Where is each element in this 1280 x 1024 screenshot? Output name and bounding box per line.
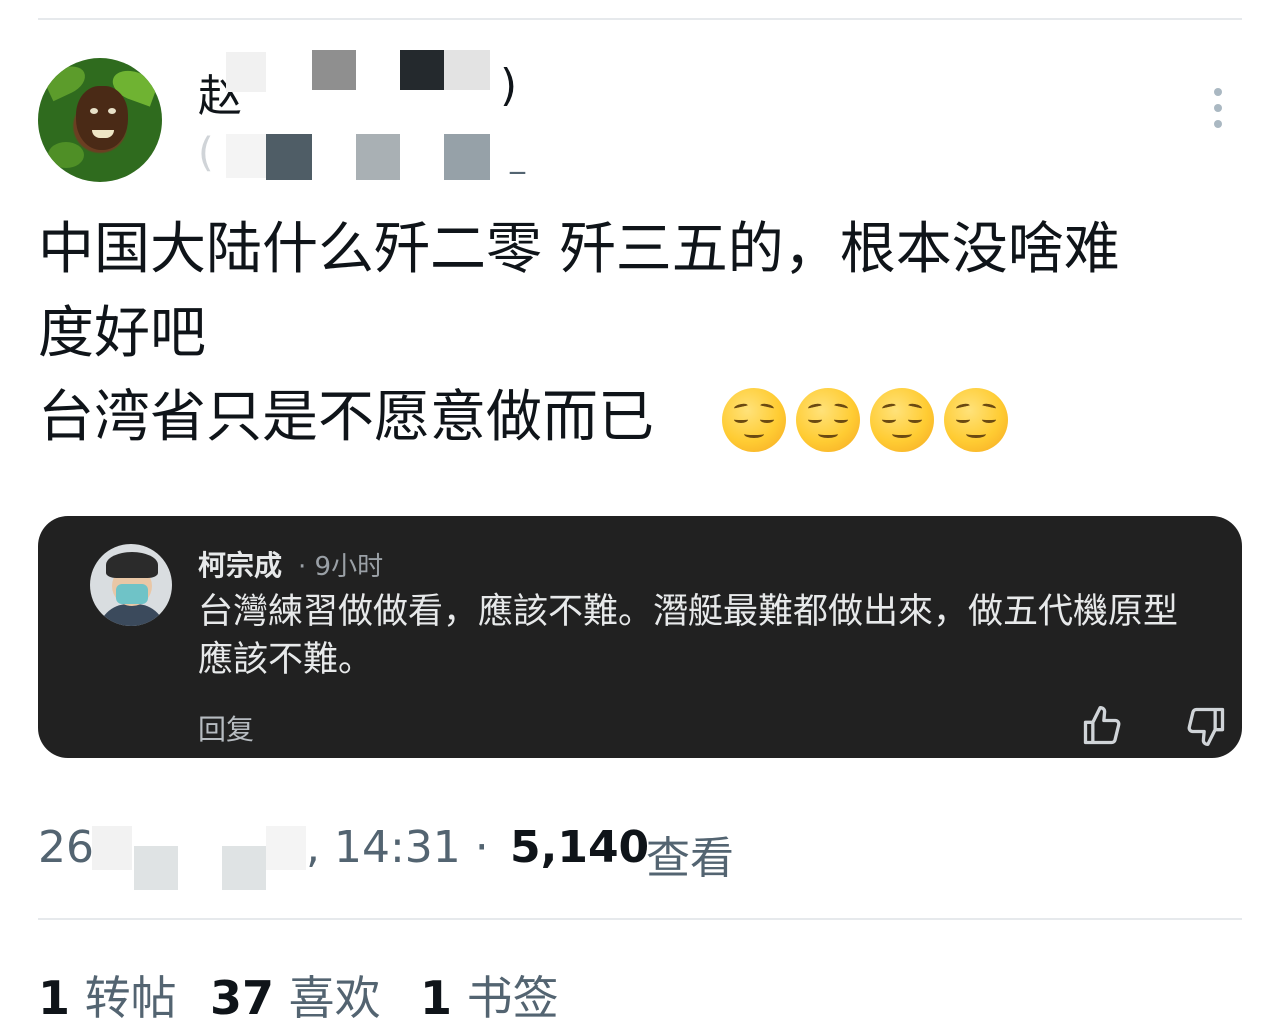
relieved-face-emoji: [944, 388, 1008, 452]
likes-stat[interactable]: 37 喜欢: [210, 962, 381, 1024]
emoji-group: [722, 388, 1008, 452]
separator-dot: ·: [298, 552, 307, 582]
redaction-block: [222, 846, 266, 890]
redaction-block: [266, 826, 306, 870]
tweet-detail-page: 赵 ) ( _ 中国大陆什么歼二零 歼三五的，根本没啥难 度好吧 台湾省只是不愿…: [0, 0, 1280, 1024]
tweet-text: 中国大陆什么歼二零 歼三五的，根本没啥难 度好吧 台湾省只是不愿意做而已: [38, 217, 1120, 450]
comment-time: 9小时: [314, 552, 384, 582]
tweet-time[interactable]: , 14:31 ·: [306, 822, 489, 873]
retweets-label: 转帖: [84, 971, 177, 1024]
likes-label: 喜欢: [288, 971, 381, 1024]
more-options-icon[interactable]: [1206, 86, 1230, 130]
redaction-block: [444, 134, 490, 180]
handle-visible-end: _: [510, 140, 525, 175]
views-count: 5,140: [510, 822, 650, 873]
redaction-block: [134, 846, 178, 890]
redaction-block: [444, 50, 490, 90]
views-label: 查看: [646, 833, 734, 884]
redaction-block: [356, 134, 400, 180]
date-visible-start: 26: [38, 822, 94, 873]
relieved-face-emoji: [796, 388, 860, 452]
retweets-count: 1: [38, 971, 71, 1024]
handle-visible-start: (: [198, 130, 214, 176]
relieved-face-emoji: [870, 388, 934, 452]
relieved-face-emoji: [722, 388, 786, 452]
author-avatar[interactable]: [38, 58, 162, 182]
redaction-block: [226, 134, 266, 178]
bookmarks-label: 书签: [466, 971, 559, 1024]
top-divider: [38, 18, 1242, 20]
comment-text: 台灣練習做做看，應該不難。潛艇最難都做出來，做五代機原型應該不難。: [198, 592, 1179, 680]
thumbs-up-icon[interactable]: [1080, 704, 1124, 748]
redaction-block: [266, 134, 312, 180]
bookmarks-count: 1: [420, 971, 453, 1024]
thumbs-down-icon[interactable]: [1184, 704, 1228, 748]
commenter-avatar[interactable]: [90, 544, 172, 626]
quoted-comment-card[interactable]: 柯宗成 · 9小时 台灣練習做做看，應該不難。潛艇最難都做出來，做五代機原型應該…: [38, 516, 1242, 758]
display-name-visible-end: ): [500, 60, 518, 111]
stats-divider: [38, 918, 1242, 920]
reply-button[interactable]: 回复: [198, 708, 254, 748]
retweets-stat[interactable]: 1 转帖: [38, 962, 177, 1024]
redaction-block: [226, 52, 266, 92]
redaction-block: [92, 826, 132, 870]
commenter-name[interactable]: 柯宗成: [198, 544, 282, 584]
bookmarks-stat[interactable]: 1 书签: [420, 962, 559, 1024]
comment-timestamp: · 9小时: [298, 546, 383, 583]
likes-count: 37: [210, 971, 275, 1024]
redaction-block: [400, 50, 444, 90]
redaction-block: [312, 50, 356, 90]
